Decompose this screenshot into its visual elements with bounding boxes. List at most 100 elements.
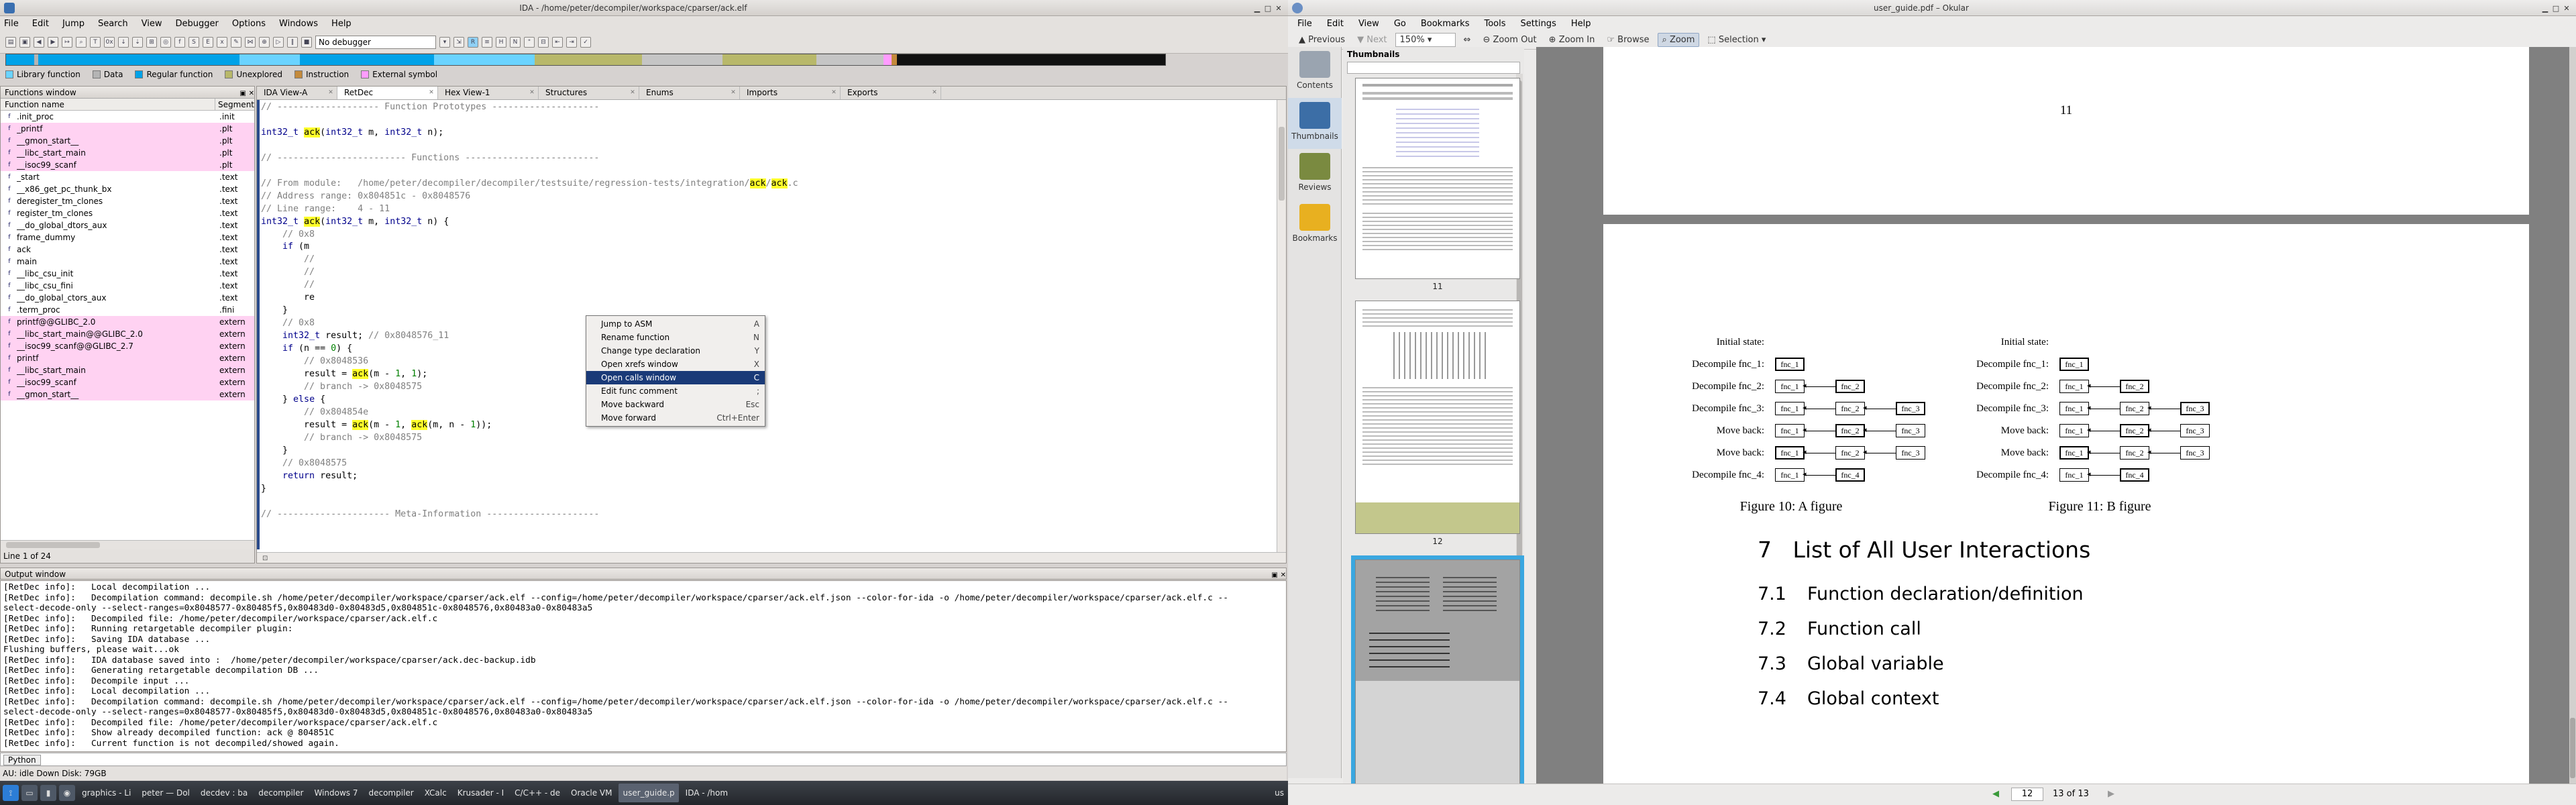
open-icon[interactable]: ▤ (5, 36, 16, 48)
code-line[interactable]: int32_t ack(int32_t m, int32_t n) { (261, 216, 1274, 229)
code-line[interactable]: } (261, 305, 1274, 317)
function-row[interactable]: f main .text (1, 256, 254, 268)
menu-view[interactable]: View (142, 19, 162, 29)
code-line[interactable]: // 0x804854e (261, 407, 1274, 419)
close-icon[interactable]: ✕ (249, 90, 254, 97)
taskbar-item[interactable]: IDA - /hom (682, 784, 732, 802)
taskbar-item[interactable]: Krusader - I (453, 784, 508, 802)
imports-icon[interactable]: ⇤ (552, 36, 563, 48)
signatures-icon[interactable]: ✓ (580, 36, 591, 48)
taskbar-item[interactable]: graphics - Li (78, 784, 135, 802)
code-line[interactable]: // 0x8 (261, 317, 1274, 330)
zoom-in-button[interactable]: ⊕ Zoom In (1545, 34, 1599, 46)
context-item-jump-to-asm[interactable]: Jump to ASM A (586, 317, 765, 331)
jump-icon[interactable]: ↦ (62, 36, 72, 48)
context-item-open-xrefs-window[interactable]: Open xrefs window X (586, 358, 765, 371)
function-row[interactable]: f deregister_tm_clones .text (1, 195, 254, 207)
sidebar-contents[interactable]: Contents (1288, 47, 1342, 98)
menu-search[interactable]: Search (98, 19, 128, 29)
tab-close-icon[interactable]: ✕ (529, 89, 535, 96)
close-icon[interactable]: ✕ (2561, 4, 2572, 13)
code-line[interactable]: // 0x8048536 (261, 356, 1274, 368)
code-line[interactable]: // 0x8048575 (261, 458, 1274, 470)
menu-help[interactable]: Help (331, 19, 352, 29)
thumbnail-page-13[interactable] (1355, 559, 1520, 792)
browse-button[interactable]: ☞ Browse (1603, 34, 1653, 46)
thumbnail-page-12[interactable] (1355, 301, 1520, 534)
hex-view-icon[interactable]: H (496, 36, 506, 48)
function-row[interactable]: f _start .text (1, 171, 254, 183)
tab-imports[interactable]: Imports ✕ (740, 87, 841, 99)
tab-hex-view-1[interactable]: Hex View-1 ✕ (438, 87, 539, 99)
run-icon[interactable]: ▷ (273, 36, 284, 48)
menu-settings[interactable]: Settings (1521, 19, 1556, 29)
function-row[interactable]: f __do_global_ctors_aux .text (1, 292, 254, 304)
menu-jump[interactable]: Jump (62, 19, 85, 29)
code-line[interactable]: } else { (261, 394, 1274, 407)
files-icon[interactable]: ▭ (21, 785, 38, 801)
code-line[interactable] (261, 140, 1274, 152)
code-line[interactable] (261, 165, 1274, 178)
maximize-icon[interactable]: □ (1263, 4, 1273, 13)
context-item-move-backward[interactable]: Move backward Esc (586, 398, 765, 411)
taskbar-item[interactable]: decompiler (364, 784, 417, 802)
terminal-icon[interactable]: ▮ (40, 785, 56, 801)
thumbnail-page-11[interactable] (1355, 78, 1520, 279)
taskbar-item[interactable]: C/C++ - de (511, 784, 564, 802)
tab-close-icon[interactable]: ✕ (830, 89, 837, 96)
sidebar-thumbnails[interactable]: Thumbnails (1288, 98, 1342, 149)
code-line[interactable]: // branch -> 0x8048575 (261, 432, 1274, 445)
menu-file[interactable]: File (1297, 19, 1312, 29)
thumbnails-search-input[interactable] (1347, 62, 1520, 74)
document-view[interactable]: 11 Initial state: Decompile fnc_1: fnc_1 De… (1536, 47, 2576, 805)
next-code-icon[interactable]: ↓ (118, 36, 129, 48)
code-line[interactable]: result = ack(m - 1, 1); (261, 368, 1274, 381)
text-search-icon[interactable]: T (90, 36, 101, 48)
struct-icon[interactable]: S (189, 36, 199, 48)
function-row[interactable]: f __gmon_start__ .plt (1, 135, 254, 147)
close-icon[interactable]: ✕ (1273, 4, 1284, 13)
stop-icon[interactable]: ■ (301, 36, 312, 48)
tab-close-icon[interactable]: ✕ (327, 89, 334, 96)
zoom-out-button[interactable]: ⊖ Zoom Out (1479, 34, 1540, 46)
next-button[interactable]: ▼ Next (1353, 34, 1391, 46)
xref-icon[interactable]: x (217, 36, 227, 48)
code-line[interactable]: // 0x8 (261, 229, 1274, 241)
code-hscrollbar[interactable]: ⊡ (257, 552, 1286, 563)
save-icon[interactable]: ▣ (19, 36, 30, 48)
navigation-band[interactable] (5, 54, 1166, 66)
enum-icon[interactable]: E (203, 36, 213, 48)
minimize-icon[interactable]: ▁ (2540, 4, 2551, 13)
menu-windows[interactable]: Windows (279, 19, 318, 29)
function-row[interactable]: f __libc_start_main .plt (1, 147, 254, 159)
document-scrollbar[interactable] (2569, 47, 2576, 785)
decompile-icon[interactable]: R (468, 36, 478, 48)
page-back-icon[interactable]: ◀ (1992, 789, 1999, 799)
code-line[interactable]: // ------------------- Function Prototyp… (261, 101, 1274, 114)
cross-ref-icon[interactable]: ⋈ (245, 36, 256, 48)
function-row[interactable]: f __libc_start_main extern (1, 364, 254, 376)
menu-bookmarks[interactable]: Bookmarks (1421, 19, 1470, 29)
column-segment[interactable]: Segment (215, 99, 254, 110)
menu-edit[interactable]: Edit (32, 19, 49, 29)
minimize-icon[interactable]: ▁ (1252, 4, 1263, 13)
context-item-rename-function[interactable]: Rename function N (586, 331, 765, 344)
selection-button[interactable]: ⬚ Selection ▾ (1703, 34, 1770, 46)
context-item-move-forward[interactable]: Move forward Ctrl+Enter (586, 411, 765, 425)
float-icon[interactable]: ▣ (239, 90, 246, 97)
debugger-options-icon[interactable]: ▾ (439, 36, 450, 48)
start-menu-icon[interactable]: ⟟ (3, 785, 19, 801)
functions-hscrollbar[interactable] (1, 540, 254, 549)
code-line[interactable]: // (261, 266, 1274, 279)
tray-layout[interactable]: us (1271, 784, 1288, 802)
tab-close-icon[interactable]: ✕ (428, 89, 435, 96)
taskbar-item[interactable]: Oracle VM (567, 784, 616, 802)
tab-close-icon[interactable]: ✕ (730, 89, 737, 96)
page-forward-icon[interactable]: ▶ (2108, 789, 2114, 799)
firefox-icon[interactable]: ◉ (59, 785, 75, 801)
taskbar-item[interactable]: user_guide.p (619, 784, 679, 802)
function-icon[interactable]: f (174, 36, 185, 48)
code-line[interactable]: // branch -> 0x8048575 (261, 381, 1274, 394)
code-line[interactable]: // --------------------- Meta-Informatio… (261, 508, 1274, 521)
decompiled-code[interactable]: // ------------------- Function Prototyp… (261, 101, 1274, 549)
